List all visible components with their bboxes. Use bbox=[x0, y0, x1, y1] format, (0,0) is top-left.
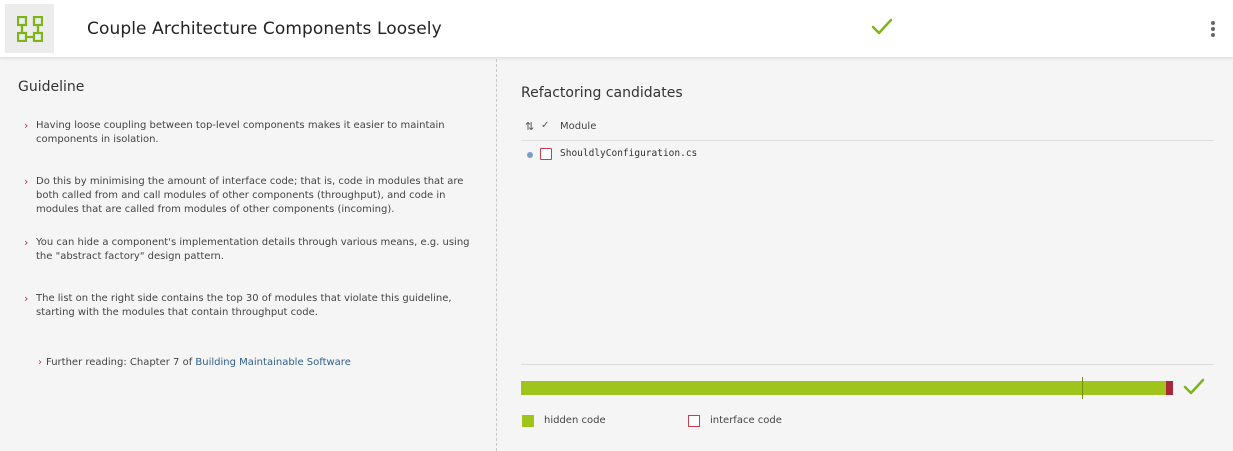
guideline-item: › Do this by minimising the amount of in… bbox=[24, 175, 474, 217]
refactoring-heading: Refactoring candidates bbox=[521, 85, 683, 101]
check-column-icon: ✓ bbox=[541, 120, 550, 131]
component-diagram-icon bbox=[5, 4, 54, 53]
further-reading-link[interactable]: Building Maintainable Software bbox=[195, 357, 350, 368]
kebab-menu-icon[interactable] bbox=[1204, 17, 1222, 41]
chevron-right-icon: › bbox=[24, 119, 29, 132]
guideline-item-text: Having loose coupling between top-level … bbox=[36, 120, 445, 145]
module-name: ShouldlyConfiguration.cs bbox=[560, 148, 698, 159]
guideline-item: › You can hide a component's implementat… bbox=[24, 236, 474, 264]
guideline-panel: Guideline › Having loose coupling betwee… bbox=[0, 59, 497, 451]
bar-marker bbox=[1082, 377, 1083, 399]
code-distribution-bar bbox=[521, 377, 1173, 399]
interface-code-segment bbox=[1166, 381, 1173, 395]
sort-icon[interactable]: ⇅ bbox=[525, 120, 534, 133]
further-reading-prefix: Further reading: Chapter 7 of bbox=[46, 357, 196, 368]
divider bbox=[521, 364, 1214, 365]
further-reading: › Further reading: Chapter 7 of Building … bbox=[38, 357, 351, 368]
legend-label-interface: interface code bbox=[710, 415, 782, 426]
page-title: Couple Architecture Components Loosely bbox=[87, 19, 442, 39]
guideline-heading: Guideline bbox=[18, 79, 85, 95]
legend-label-hidden: hidden code bbox=[544, 415, 606, 426]
legend-swatch-interface bbox=[688, 415, 700, 427]
chevron-right-icon: › bbox=[38, 357, 42, 368]
guideline-item-text: The list on the right side contains the … bbox=[36, 293, 452, 318]
guideline-item: › Having loose coupling between top-leve… bbox=[24, 119, 474, 147]
chevron-right-icon: › bbox=[24, 292, 29, 305]
column-header-module[interactable]: Module bbox=[560, 121, 596, 132]
table-header: ⇅ ✓ Module bbox=[521, 118, 1214, 141]
guideline-item-text: Do this by minimising the amount of inte… bbox=[36, 176, 464, 215]
chevron-right-icon: › bbox=[24, 175, 29, 188]
legend-swatch-hidden bbox=[522, 415, 534, 427]
table-row[interactable]: ShouldlyConfiguration.cs bbox=[521, 146, 1214, 164]
guideline-item: › The list on the right side contains th… bbox=[24, 292, 474, 320]
check-icon bbox=[1183, 377, 1205, 401]
chevron-right-icon: › bbox=[24, 236, 29, 249]
bullet-icon bbox=[527, 152, 533, 158]
guideline-item-text: You can hide a component's implementatio… bbox=[36, 237, 470, 262]
header-bar: Couple Architecture Components Loosely bbox=[0, 0, 1233, 58]
check-icon bbox=[871, 17, 893, 41]
row-checkbox[interactable] bbox=[540, 148, 552, 160]
